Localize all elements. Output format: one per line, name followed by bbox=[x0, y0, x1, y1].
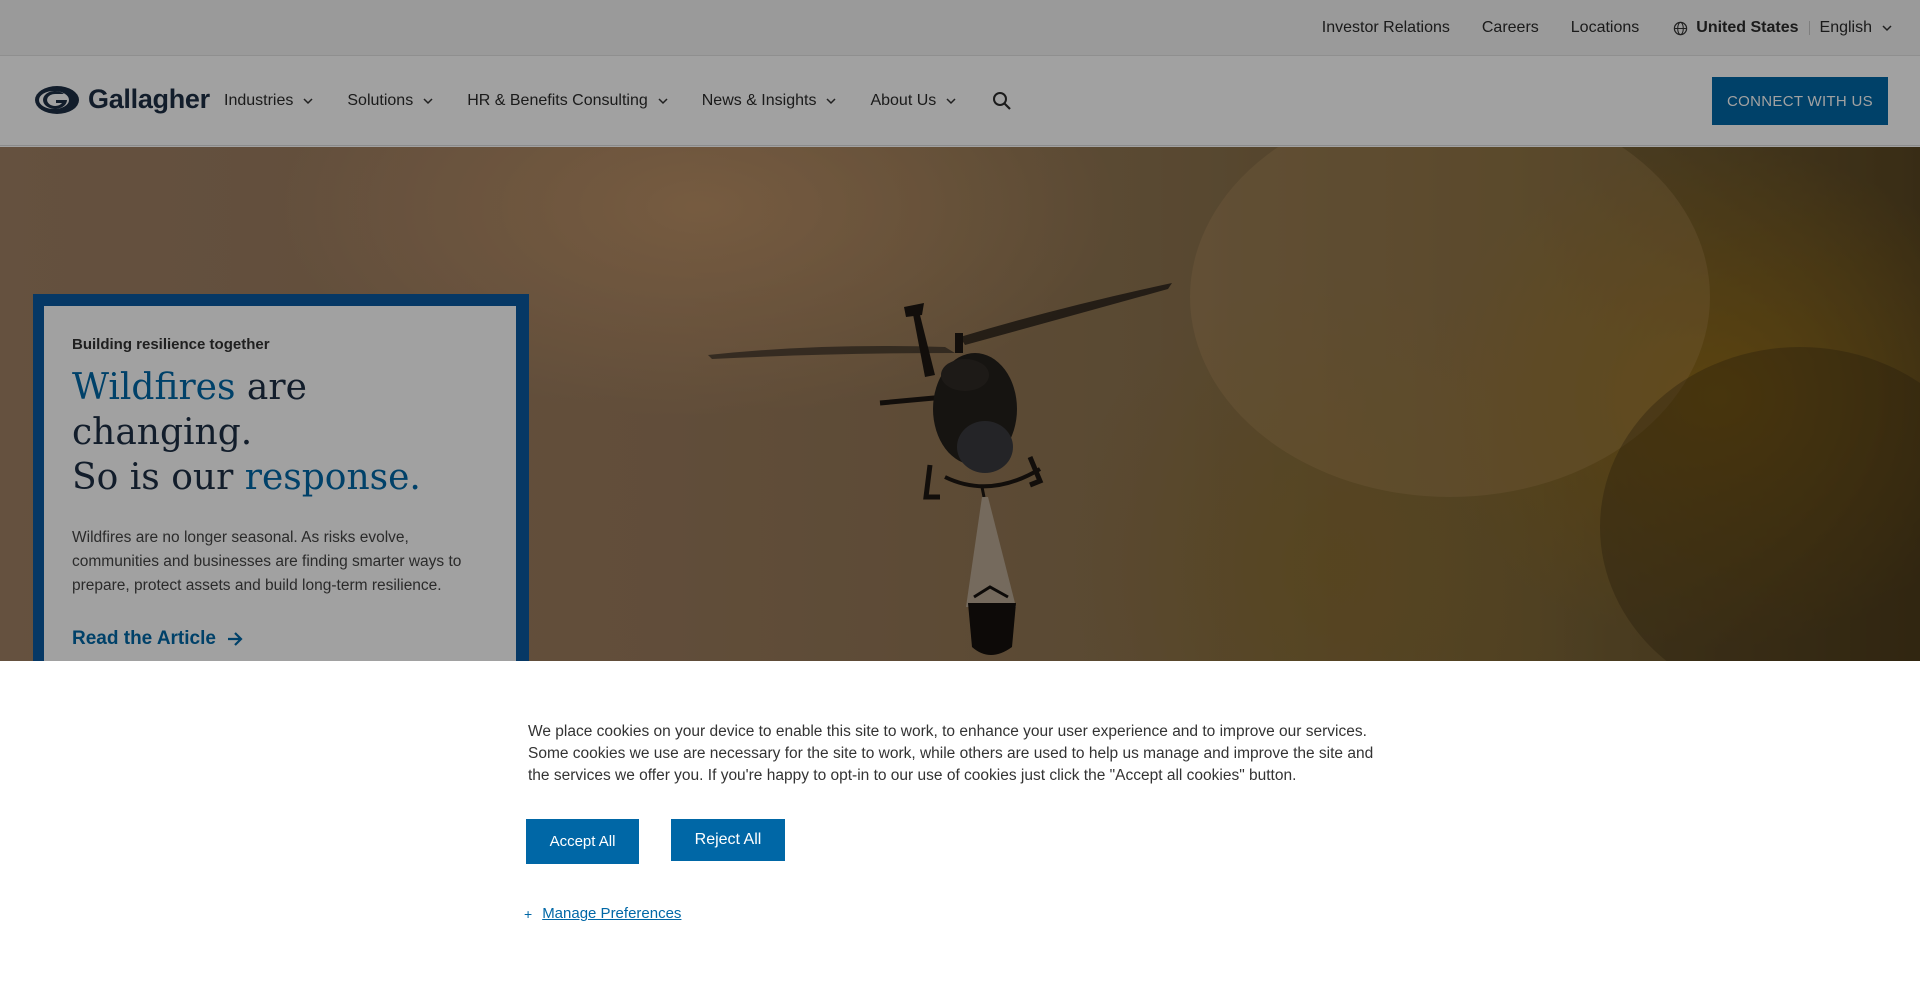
plus-icon: + bbox=[524, 905, 533, 922]
reject-all-button[interactable]: Reject All bbox=[671, 819, 785, 861]
page-dim-overlay bbox=[0, 0, 1920, 661]
manage-preferences-label: Manage Preferences bbox=[542, 905, 682, 922]
manage-preferences-link[interactable]: + Manage Preferences bbox=[524, 905, 681, 922]
cookie-banner: We place cookies on your device to enabl… bbox=[0, 661, 1920, 993]
cookie-message: We place cookies on your device to enabl… bbox=[528, 723, 1374, 784]
accept-all-button[interactable]: Accept All bbox=[526, 819, 639, 864]
